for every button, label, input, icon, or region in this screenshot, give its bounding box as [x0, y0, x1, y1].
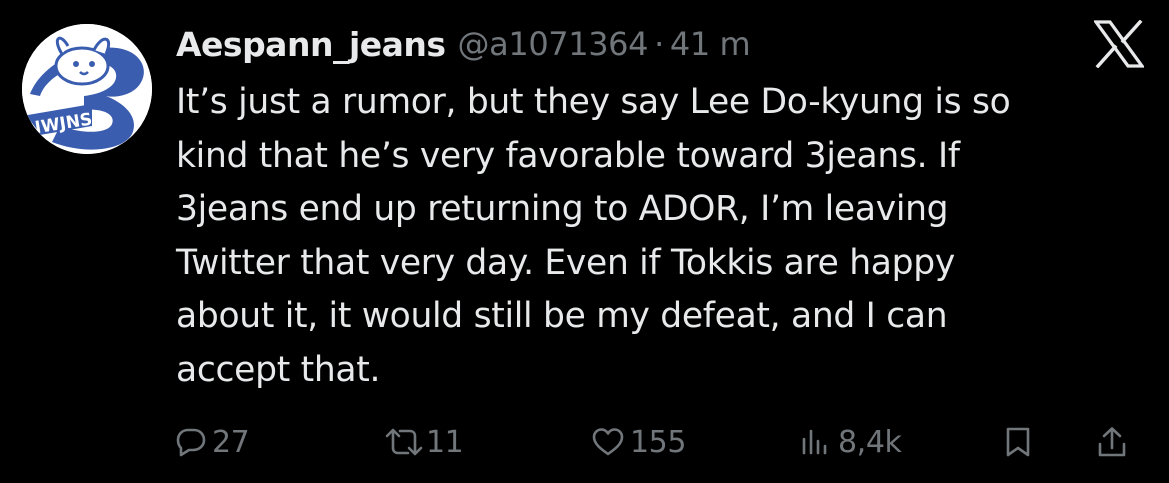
rabbit-logo-avatar-icon: NWJNS: [22, 24, 152, 154]
views-button[interactable]: 8,4k: [800, 418, 902, 466]
reply-count: 27: [212, 424, 250, 460]
like-count: 155: [630, 424, 687, 460]
share-button[interactable]: [1097, 418, 1127, 466]
tweet-header: Aespann_jeans @a1071364 · 41 m: [176, 20, 751, 68]
tweet-card: NWJNS Aespann_jeans @a1071364 · 41 m It’…: [0, 0, 1169, 483]
separator-dot: ·: [654, 25, 664, 63]
share-icon: [1098, 427, 1126, 457]
timestamp[interactable]: 41 m: [670, 25, 751, 63]
tweet-actions: 27 11 155 8,4k: [0, 418, 1169, 466]
x-logo-icon: [1094, 20, 1144, 68]
tweet-text: It’s just a rumor, but they say Lee Do-k…: [176, 82, 1011, 390]
views-count: 8,4k: [838, 424, 902, 460]
repost-count: 11: [426, 424, 464, 460]
like-button[interactable]: 155: [592, 418, 686, 466]
bookmark-icon: [1006, 427, 1030, 457]
heart-icon: [592, 428, 624, 456]
reply-button[interactable]: 27: [176, 418, 250, 466]
user-handle[interactable]: @a1071364: [458, 25, 649, 63]
reply-icon: [176, 428, 206, 457]
avatar[interactable]: NWJNS: [22, 24, 152, 154]
repost-button[interactable]: 11: [384, 418, 464, 466]
bookmark-button[interactable]: [1004, 418, 1032, 466]
views-icon: [802, 429, 827, 455]
display-name[interactable]: Aespann_jeans: [176, 25, 446, 64]
repost-icon: [385, 428, 423, 456]
